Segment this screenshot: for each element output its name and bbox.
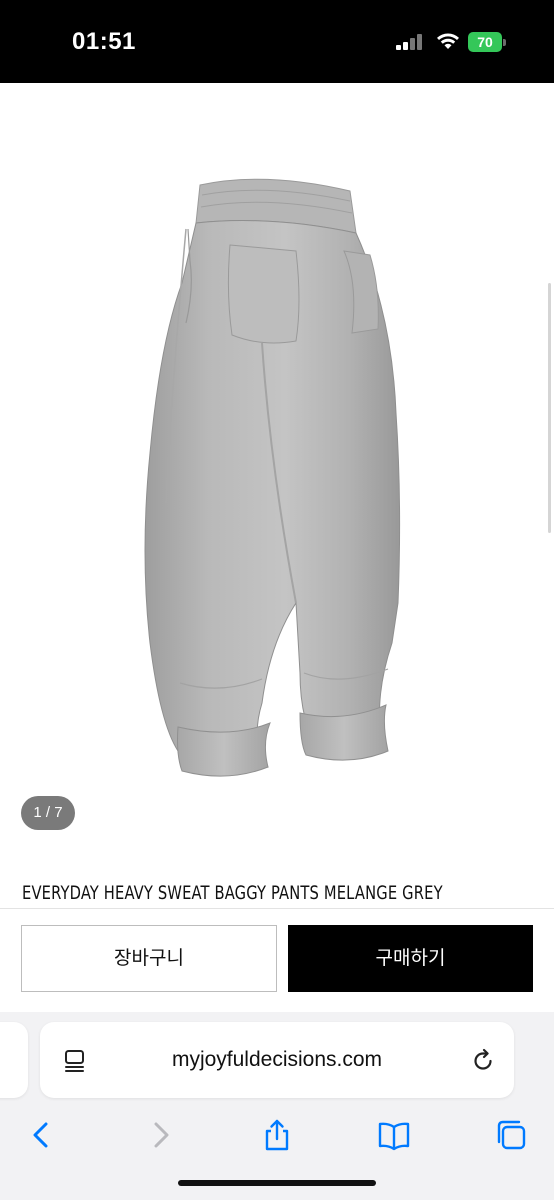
add-to-cart-button[interactable]: 장바구니	[21, 925, 277, 992]
product-title: EVERYDAY HEAVY SWEAT BAGGY PANTS MELANGE…	[22, 882, 443, 904]
wifi-icon	[437, 33, 459, 49]
buy-now-button[interactable]: 구매하기	[288, 925, 533, 992]
battery-icon: 70	[468, 32, 506, 52]
status-bar: 01:51 70	[0, 0, 554, 83]
product-image-gallery[interactable]	[0, 83, 554, 853]
chevron-left-icon[interactable]	[24, 1118, 58, 1152]
url-text[interactable]: myjoyfuldecisions.com	[40, 1022, 514, 1098]
book-icon[interactable]	[377, 1118, 411, 1152]
page-menu-icon[interactable]	[62, 1048, 88, 1074]
purchase-action-bar: 장바구니 구매하기	[0, 908, 554, 1012]
browser-toolbar	[0, 1100, 554, 1162]
home-indicator[interactable]	[178, 1180, 376, 1186]
browser-chrome: myjoyfuldecisions.com	[0, 1012, 554, 1200]
tabs-icon[interactable]	[494, 1118, 528, 1152]
address-bar[interactable]: myjoyfuldecisions.com	[40, 1022, 514, 1098]
reload-icon[interactable]	[470, 1048, 496, 1074]
share-icon[interactable]	[260, 1118, 294, 1152]
chevron-right-icon[interactable]	[144, 1118, 178, 1152]
product-image	[144, 178, 401, 777]
image-counter-badge: 1 / 7	[21, 796, 75, 830]
previous-tab-preview[interactable]	[0, 1022, 28, 1098]
cellular-signal-icon	[396, 34, 424, 50]
scrollbar[interactable]	[548, 283, 551, 533]
battery-level: 70	[468, 32, 502, 52]
status-time: 01:51	[72, 28, 136, 55]
